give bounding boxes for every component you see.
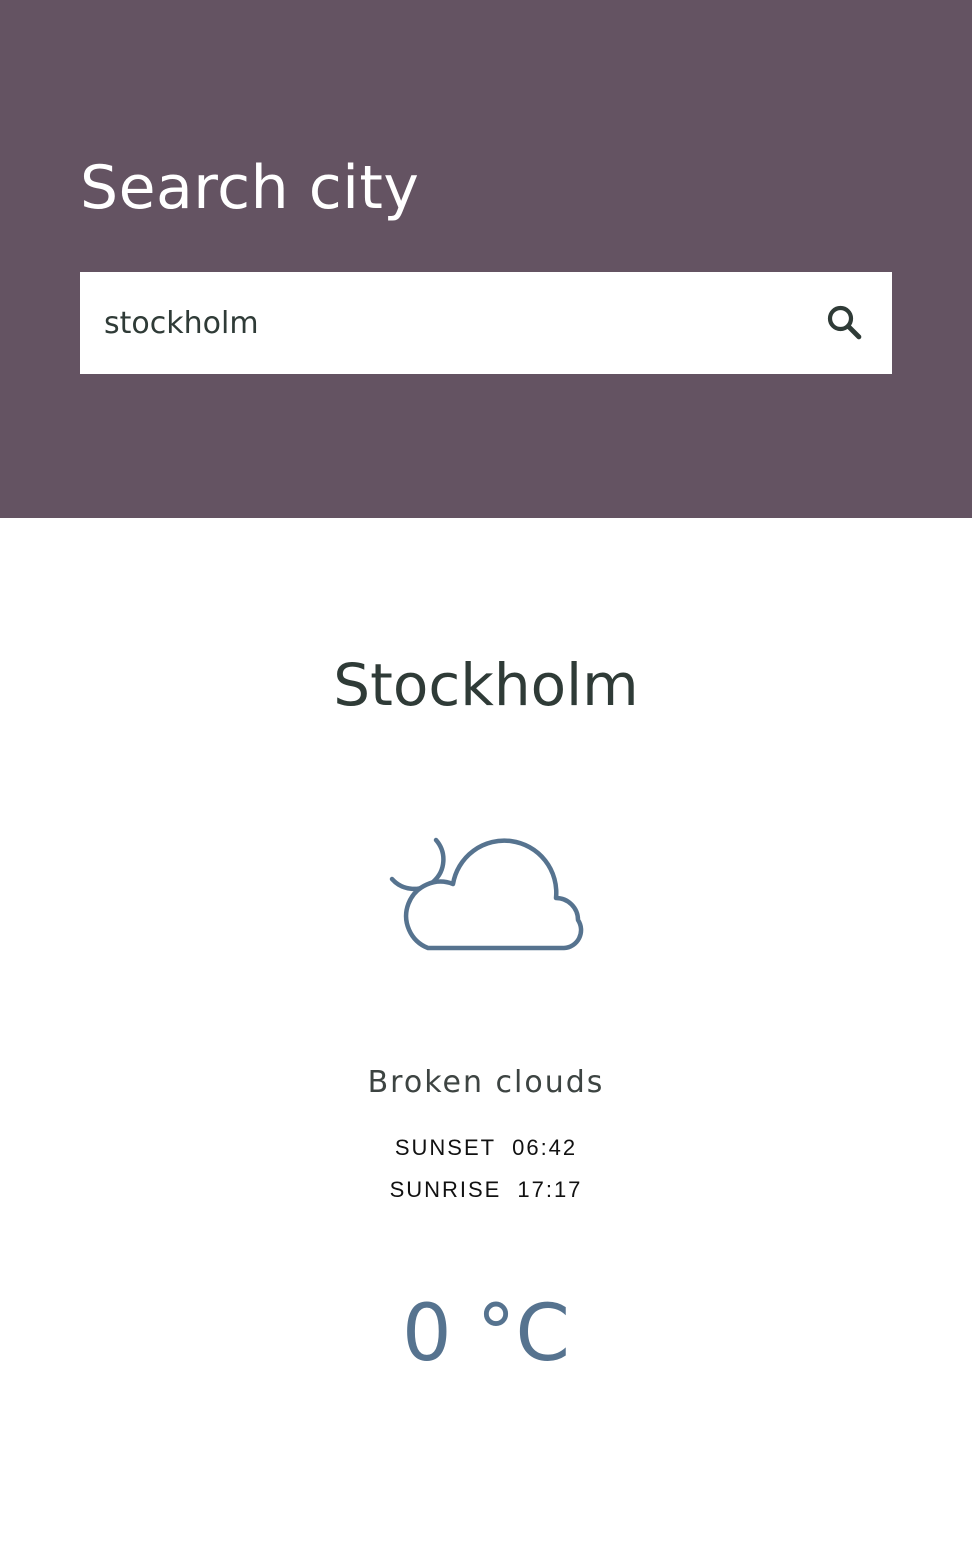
sunrise-label: SUNRISE — [389, 1177, 502, 1202]
search-input[interactable] — [104, 272, 784, 374]
sunset-time: 06:42 — [512, 1135, 578, 1160]
sunrise-time: 17:17 — [517, 1177, 583, 1202]
city-name: Stockholm — [333, 651, 639, 719]
weather-description: Broken clouds — [367, 1065, 605, 1100]
search-icon — [827, 305, 862, 340]
search-heading: Search city — [80, 153, 420, 223]
temperature: 0 °C — [402, 1289, 570, 1379]
sunset-row: SUNSET 06:42 — [0, 1133, 972, 1163]
sunrise-row: SUNRISE 17:17 — [0, 1175, 972, 1205]
search-button[interactable] — [818, 296, 870, 348]
search-bar — [80, 272, 892, 374]
sunset-label: SUNSET — [394, 1135, 497, 1160]
header-section: Search city — [0, 0, 972, 518]
cloud-moon-icon — [389, 837, 584, 951]
